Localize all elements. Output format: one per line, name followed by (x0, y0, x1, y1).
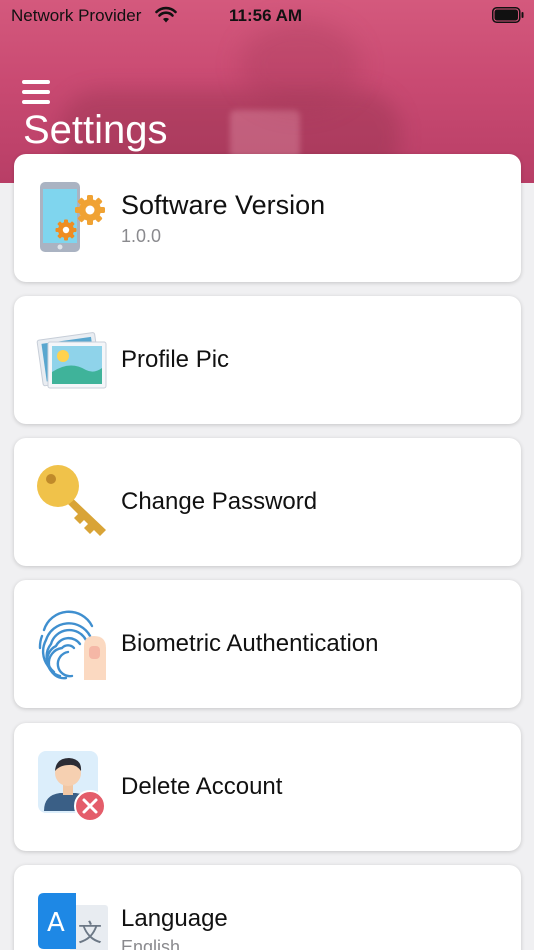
delete-account-label: Delete Account (121, 773, 283, 800)
language-value: English (121, 937, 181, 950)
delete-user-icon (38, 751, 106, 822)
settings-item-profile-pic[interactable]: Profile Pic (14, 296, 521, 424)
status-bar: Network Provider 11:56 AM (0, 0, 534, 32)
phone-gears-icon (40, 182, 105, 252)
software-version-label: Software Version (121, 190, 326, 220)
hamburger-menu-icon[interactable] (22, 80, 50, 104)
language-label: Language (121, 905, 228, 932)
battery-icon (492, 7, 524, 23)
translate-icon: 文 A (38, 893, 108, 950)
settings-item-change-password[interactable]: Change Password (14, 438, 521, 566)
settings-item-software-version[interactable]: Software Version 1.0.0 (14, 154, 521, 282)
change-password-label: Change Password (121, 488, 318, 515)
clock: 11:56 AM (229, 6, 303, 25)
svg-text:A: A (47, 908, 65, 938)
profile-pic-label: Profile Pic (121, 346, 230, 373)
biometric-authentication-label: Biometric Authentication (121, 630, 379, 657)
photo-icon (36, 332, 107, 389)
carrier-name: Network Provider (11, 6, 142, 25)
svg-text:文: 文 (78, 919, 102, 947)
key-icon (37, 465, 106, 536)
wifi-icon (155, 6, 177, 23)
settings-item-biometric-authentication[interactable]: Biometric Authentication (14, 580, 521, 708)
software-version-value: 1.0.0 (121, 226, 162, 246)
page-title: Settings (23, 108, 168, 152)
fingerprint-icon (38, 610, 106, 680)
settings-item-language[interactable]: 文 A Language English (14, 865, 521, 950)
settings-item-delete-account[interactable]: Delete Account (14, 723, 521, 851)
